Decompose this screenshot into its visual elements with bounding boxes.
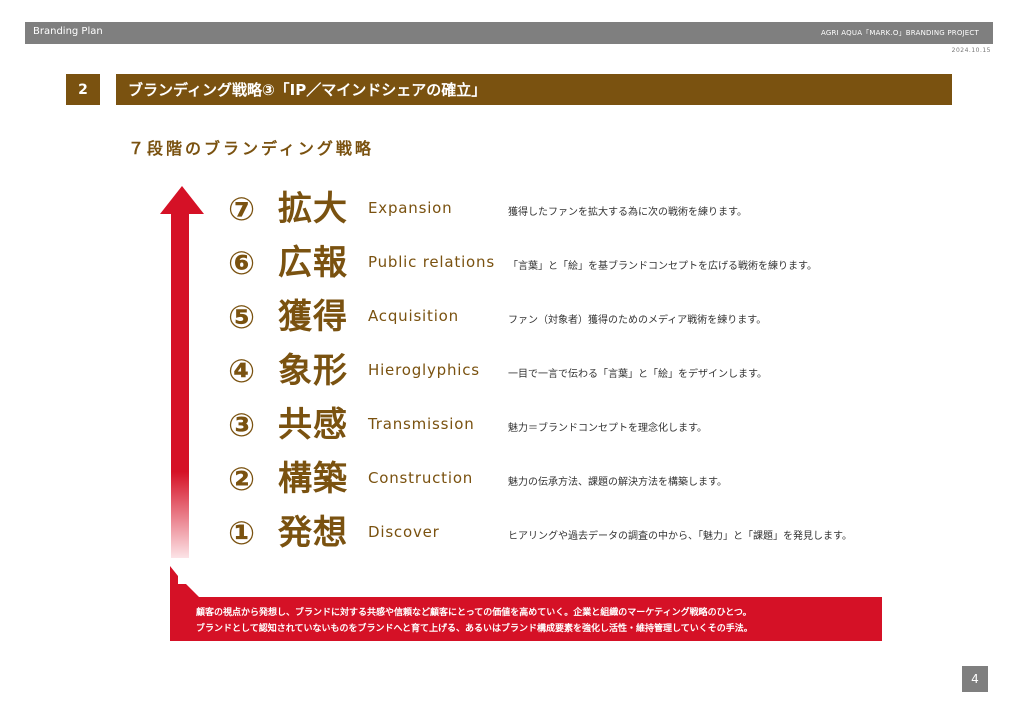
step-number: ② bbox=[228, 460, 256, 498]
step-description: 「言葉」と「絵」を基ブランドコンセプトを広げる戦術を練ります。 bbox=[508, 261, 817, 272]
up-arrow-icon bbox=[160, 186, 204, 558]
step-kanji: 構築 bbox=[278, 459, 348, 499]
document-date: 2024.10.15 bbox=[951, 47, 991, 54]
section-number: 2 bbox=[66, 74, 100, 105]
step-english: Expansion bbox=[368, 199, 453, 217]
step-public-relations: ⑥ 広報 Public relations 「言葉」と「絵」を基ブランドコンセプ… bbox=[228, 241, 948, 289]
page-subtitle: ７段階のブランディング戦略 bbox=[128, 139, 374, 158]
header-project-label: AGRI AQUA「MARK.O」BRANDING PROJECT bbox=[821, 29, 979, 37]
step-english: Hieroglyphics bbox=[368, 361, 480, 379]
step-description: 一目で一言で伝わる「言葉」と「絵」をデザインします。 bbox=[508, 369, 767, 380]
section-title: ブランディング戦略③「IP／マインドシェアの確立」 bbox=[116, 74, 952, 105]
step-description: 魅力＝ブランドコンセプトを理念化します。 bbox=[508, 423, 707, 434]
step-hieroglyphics: ④ 象形 Hieroglyphics 一目で一言で伝わる「言葉」と「絵」をデザイ… bbox=[228, 349, 948, 397]
step-description: ファン（対象者）獲得のためのメディア戦術を練ります。 bbox=[508, 315, 767, 326]
step-kanji: 象形 bbox=[278, 351, 348, 391]
step-kanji: 発想 bbox=[278, 513, 348, 553]
step-number: ⑥ bbox=[228, 244, 256, 282]
step-kanji: 共感 bbox=[278, 405, 348, 445]
header-left-label: Branding Plan bbox=[33, 26, 103, 37]
step-kanji: 広報 bbox=[278, 243, 348, 283]
step-kanji: 拡大 bbox=[278, 189, 348, 229]
step-construction: ② 構築 Construction 魅力の伝承方法、課題の解決方法を構築します。 bbox=[228, 457, 948, 505]
page-number: 4 bbox=[962, 666, 988, 692]
note-line-2: ブランドとして認知されていないものをブランドへと育て上げる、あるいはブランド構成… bbox=[196, 624, 753, 634]
step-description: 獲得したファンを拡大する為に次の戦術を練ります。 bbox=[508, 207, 747, 218]
definition-note: 顧客の視点から発想し、ブランドに対する共感や信頼など顧客にとっての価値を高めてい… bbox=[170, 597, 882, 641]
step-number: ① bbox=[228, 514, 256, 552]
note-line-1: 顧客の視点から発想し、ブランドに対する共感や信頼など顧客にとっての価値を高めてい… bbox=[196, 608, 752, 618]
step-transmission: ③ 共感 Transmission 魅力＝ブランドコンセプトを理念化します。 bbox=[228, 403, 948, 451]
step-acquisition: ⑤ 獲得 Acquisition ファン（対象者）獲得のためのメディア戦術を練り… bbox=[228, 295, 948, 343]
step-english: Construction bbox=[368, 469, 474, 487]
step-english: Acquisition bbox=[368, 307, 459, 325]
step-description: ヒアリングや過去データの調査の中から、「魅力」と「課題」を発見します。 bbox=[508, 531, 852, 542]
step-number: ⑦ bbox=[228, 190, 256, 228]
step-number: ④ bbox=[228, 352, 256, 390]
corner-bracket-icon bbox=[170, 566, 200, 598]
header-bar: Branding Plan AGRI AQUA「MARK.O」BRANDING … bbox=[25, 22, 993, 44]
step-kanji: 獲得 bbox=[278, 297, 348, 337]
step-english: Transmission bbox=[368, 415, 475, 433]
step-number: ③ bbox=[228, 406, 256, 444]
step-description: 魅力の伝承方法、課題の解決方法を構築します。 bbox=[508, 477, 727, 488]
step-number: ⑤ bbox=[228, 298, 256, 336]
step-english: Public relations bbox=[368, 253, 495, 271]
step-discover: ① 発想 Discover ヒアリングや過去データの調査の中から、「魅力」と「課… bbox=[228, 511, 948, 559]
step-expansion: ⑦ 拡大 Expansion 獲得したファンを拡大する為に次の戦術を練ります。 bbox=[228, 187, 948, 235]
step-english: Discover bbox=[368, 523, 440, 541]
